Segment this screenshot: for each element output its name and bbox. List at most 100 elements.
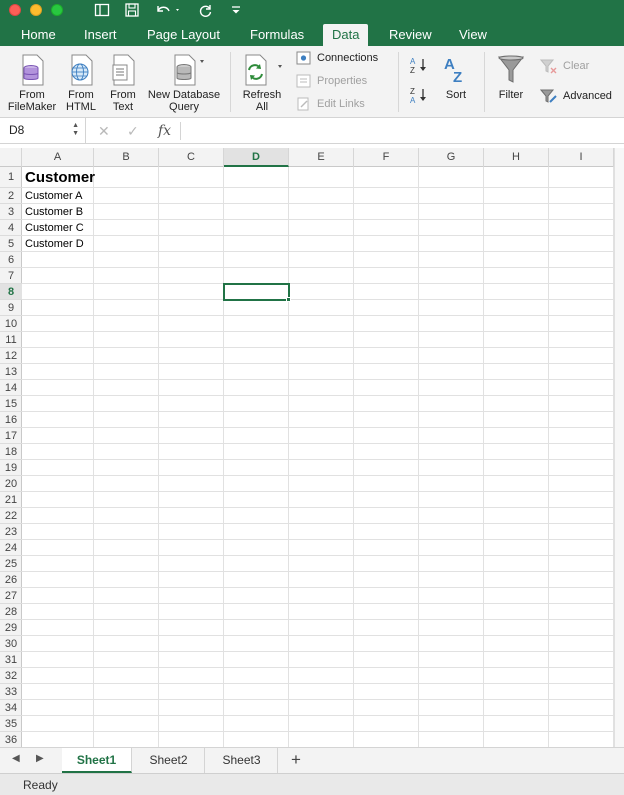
properties-button[interactable]: Properties xyxy=(296,74,367,88)
row-header-25[interactable]: 25 xyxy=(0,556,22,572)
cell-a5[interactable]: Customer D xyxy=(25,236,84,252)
sheet-tab-sheet1[interactable]: Sheet1 xyxy=(62,748,132,773)
tab-formulas[interactable]: Formulas xyxy=(241,24,313,46)
previous-sheet-icon[interactable]: ◀ xyxy=(12,753,20,764)
sort-descending-icon: Z A xyxy=(410,87,426,105)
from-filemaker-button[interactable]: From FileMaker xyxy=(6,54,58,113)
sheet-tab-sheet2[interactable]: Sheet2 xyxy=(133,748,205,773)
insert-function-icon[interactable]: fx xyxy=(158,122,171,140)
row-header-32[interactable]: 32 xyxy=(0,668,22,684)
row-header-1[interactable]: 1 xyxy=(0,167,22,188)
undo-icon[interactable] xyxy=(154,2,182,20)
column-header-f[interactable]: F xyxy=(354,148,419,167)
minimize-window-button[interactable] xyxy=(30,4,42,16)
row-header-9[interactable]: 9 xyxy=(0,300,22,316)
row-header-13[interactable]: 13 xyxy=(0,364,22,380)
column-header-a[interactable]: A xyxy=(22,148,94,167)
toggle-sidebar-icon[interactable] xyxy=(94,2,110,20)
tab-data[interactable]: Data xyxy=(323,24,369,46)
tab-insert[interactable]: Insert xyxy=(75,24,126,46)
redo-icon[interactable] xyxy=(198,2,214,20)
row-header-28[interactable]: 28 xyxy=(0,604,22,620)
from-html-button[interactable]: From HTML xyxy=(62,54,100,113)
column-header-d[interactable]: D xyxy=(224,148,289,167)
row-header-21[interactable]: 21 xyxy=(0,492,22,508)
column-header-g[interactable]: G xyxy=(419,148,484,167)
row-header-33[interactable]: 33 xyxy=(0,684,22,700)
row-header-17[interactable]: 17 xyxy=(0,428,22,444)
cell-area[interactable]: Customer Customer A Customer B Customer … xyxy=(22,167,614,747)
sort-ascending-button[interactable]: A Z xyxy=(408,56,430,79)
column-header-e[interactable]: E xyxy=(289,148,354,167)
row-header-4[interactable]: 4 xyxy=(0,220,22,236)
advanced-filter-button[interactable]: Advanced xyxy=(540,88,612,104)
tab-review[interactable]: Review xyxy=(380,24,441,46)
tab-page-layout[interactable]: Page Layout xyxy=(138,24,229,46)
row-header-27[interactable]: 27 xyxy=(0,588,22,604)
add-sheet-button[interactable]: + xyxy=(291,748,301,773)
row-header-16[interactable]: 16 xyxy=(0,412,22,428)
row-header-26[interactable]: 26 xyxy=(0,572,22,588)
ribbon-separator xyxy=(230,52,231,112)
filter-button[interactable]: Filter xyxy=(492,54,530,101)
row-header-19[interactable]: 19 xyxy=(0,460,22,476)
tab-view[interactable]: View xyxy=(450,24,496,46)
row-header-3[interactable]: 3 xyxy=(0,204,22,220)
maximize-window-button[interactable] xyxy=(51,4,63,16)
row-header-29[interactable]: 29 xyxy=(0,620,22,636)
row-header-36[interactable]: 36 xyxy=(0,732,22,747)
row-header-column: 1 2 3 4 5 6 7 8 9 10 11 12 13 14 15 16 17 18 19 20 21 22 23 24 2… xyxy=(0,167,22,747)
formula-input[interactable] xyxy=(186,118,622,143)
cell-a3[interactable]: Customer B xyxy=(25,204,83,220)
cancel-entry-icon[interactable]: ✕ xyxy=(98,122,110,140)
row-header-35[interactable]: 35 xyxy=(0,716,22,732)
confirm-entry-icon[interactable]: ✓ xyxy=(127,122,139,140)
row-header-10[interactable]: 10 xyxy=(0,316,22,332)
column-header-c[interactable]: C xyxy=(159,148,224,167)
row-header-20[interactable]: 20 xyxy=(0,476,22,492)
select-all-corner[interactable] xyxy=(0,148,22,167)
cell-a4[interactable]: Customer C xyxy=(25,220,84,236)
name-box[interactable]: D8 ▲ ▼ xyxy=(0,118,86,143)
row-header-34[interactable]: 34 xyxy=(0,700,22,716)
row-header-2[interactable]: 2 xyxy=(0,188,22,204)
sort-button[interactable]: A Z Sort xyxy=(438,54,474,101)
cell-a1[interactable]: Customer xyxy=(25,167,95,189)
sheet-tab-sheet3[interactable]: Sheet3 xyxy=(206,748,278,773)
selected-cell-d8[interactable] xyxy=(223,283,290,301)
sort-descending-button[interactable]: Z A xyxy=(408,86,430,109)
next-sheet-icon[interactable]: ▶ xyxy=(36,753,44,764)
close-window-button[interactable] xyxy=(9,4,21,16)
cell-a2[interactable]: Customer A xyxy=(25,188,82,204)
edit-links-button[interactable]: Edit Links xyxy=(296,97,365,111)
row-header-15[interactable]: 15 xyxy=(0,396,22,412)
row-header-7[interactable]: 7 xyxy=(0,268,22,284)
row-header-31[interactable]: 31 xyxy=(0,652,22,668)
row-header-23[interactable]: 23 xyxy=(0,524,22,540)
save-icon[interactable] xyxy=(124,2,140,20)
row-header-6[interactable]: 6 xyxy=(0,252,22,268)
refresh-all-button[interactable]: Refresh All xyxy=(238,54,286,113)
customize-toolbar-icon[interactable] xyxy=(230,2,242,20)
row-header-5[interactable]: 5 xyxy=(0,236,22,252)
row-header-12[interactable]: 12 xyxy=(0,348,22,364)
filter-label: Filter xyxy=(498,89,524,101)
new-database-query-button[interactable]: New Database Query xyxy=(145,54,223,113)
row-header-18[interactable]: 18 xyxy=(0,444,22,460)
vertical-scrollbar[interactable] xyxy=(614,148,624,747)
from-text-button[interactable]: From Text xyxy=(104,54,142,113)
row-header-11[interactable]: 11 xyxy=(0,332,22,348)
row-header-22[interactable]: 22 xyxy=(0,508,22,524)
clear-filter-button[interactable]: Clear xyxy=(540,58,589,74)
row-header-24[interactable]: 24 xyxy=(0,540,22,556)
column-header-b[interactable]: B xyxy=(94,148,159,167)
fill-handle[interactable] xyxy=(286,297,291,302)
name-box-stepper-icon[interactable]: ▲ ▼ xyxy=(72,122,79,138)
tab-home[interactable]: Home xyxy=(12,24,65,46)
connections-button[interactable]: Connections xyxy=(296,51,378,65)
row-header-14[interactable]: 14 xyxy=(0,380,22,396)
row-header-30[interactable]: 30 xyxy=(0,636,22,652)
column-header-h[interactable]: H xyxy=(484,148,549,167)
row-header-8[interactable]: 8 xyxy=(0,284,22,300)
column-header-i[interactable]: I xyxy=(549,148,614,167)
